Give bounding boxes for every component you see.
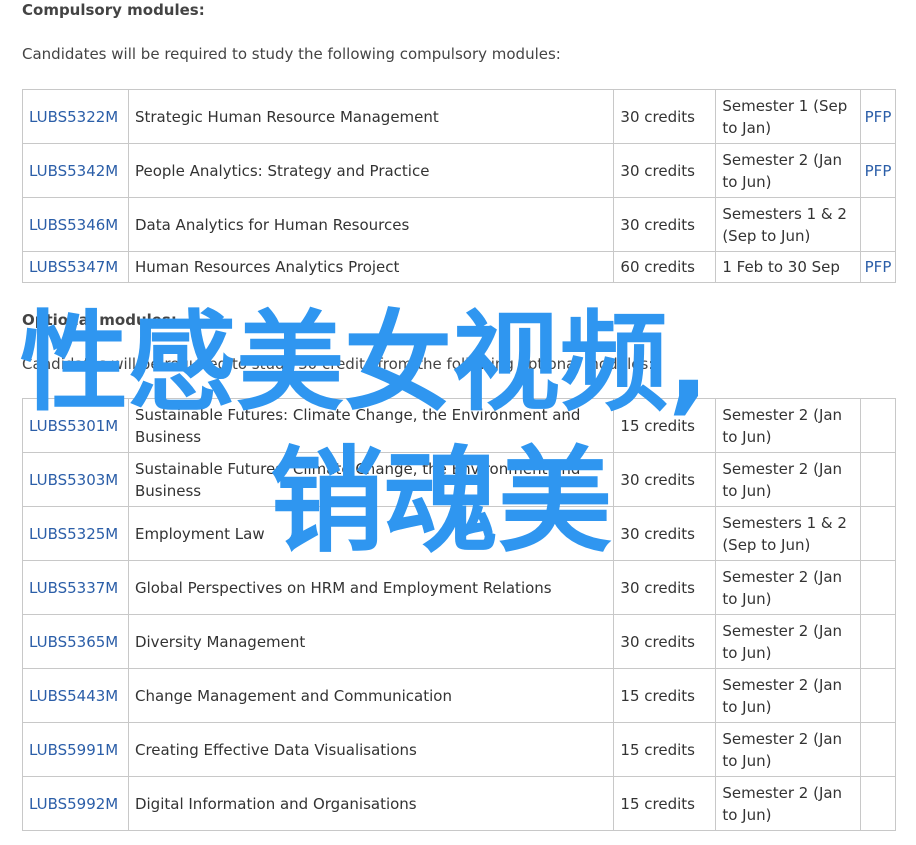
module-title: Global Perspectives on HRM and Employmen… <box>127 560 615 615</box>
module-semester: Semester 2 (Jan to Jun) <box>715 614 861 669</box>
module-credits: 15 credits <box>613 668 717 723</box>
module-code-link[interactable]: LUBS5303M <box>29 471 118 489</box>
pfp-cell-empty <box>859 452 897 507</box>
page: Compulsory modules: Candidates will be r… <box>0 0 916 845</box>
module-credits: 30 credits <box>613 506 717 561</box>
module-title: Sustainable Futures: Climate Change, the… <box>127 452 615 507</box>
module-semester: Semester 2 (Jan to Jun) <box>715 722 861 777</box>
table-row: LUBS5303M Sustainable Futures: Climate C… <box>22 452 897 507</box>
module-credits: 60 credits <box>613 251 717 283</box>
module-credits: 30 credits <box>613 614 717 669</box>
module-code-link[interactable]: LUBS5992M <box>29 795 118 813</box>
pfp-cell-empty <box>859 398 897 453</box>
module-code-link[interactable]: LUBS5991M <box>29 741 118 759</box>
module-semester: 1 Feb to 30 Sep <box>715 251 861 283</box>
module-semester: Semester 2 (Jan to Jun) <box>715 452 861 507</box>
pfp-cell-empty <box>859 506 897 561</box>
module-credits: 30 credits <box>613 197 717 252</box>
module-code-link[interactable]: LUBS5322M <box>29 108 118 126</box>
module-title: Creating Effective Data Visualisations <box>127 722 615 777</box>
module-semester: Semesters 1 & 2 (Sep to Jun) <box>715 197 861 252</box>
table-row: LUBS5991M Creating Effective Data Visual… <box>22 722 897 777</box>
pfp-link[interactable]: PFP <box>865 162 892 180</box>
module-code-link[interactable]: LUBS5347M <box>29 258 118 276</box>
table-row: LUBS5337M Global Perspectives on HRM and… <box>22 560 897 615</box>
module-semester: Semester 2 (Jan to Jun) <box>715 398 861 453</box>
module-credits: 30 credits <box>613 560 717 615</box>
module-semester: Semester 2 (Jan to Jun) <box>715 560 861 615</box>
pfp-link[interactable]: PFP <box>865 108 892 126</box>
module-title: Human Resources Analytics Project <box>127 251 615 283</box>
module-code-link[interactable]: LUBS5301M <box>29 417 118 435</box>
module-credits: 15 credits <box>613 398 717 453</box>
table-row: LUBS5992M Digital Information and Organi… <box>22 776 897 831</box>
pfp-cell-empty <box>859 197 897 252</box>
module-code-link[interactable]: LUBS5365M <box>29 633 118 651</box>
table-row: LUBS5301M Sustainable Futures: Climate C… <box>22 398 897 453</box>
module-credits: 15 credits <box>613 776 717 831</box>
module-code-link[interactable]: LUBS5443M <box>29 687 118 705</box>
module-code-link[interactable]: LUBS5325M <box>29 525 118 543</box>
compulsory-heading: Compulsory modules: <box>22 1 205 19</box>
pfp-cell-empty <box>859 560 897 615</box>
table-row: LUBS5365M Diversity Management 30 credit… <box>22 614 897 669</box>
module-semester: Semesters 1 & 2 (Sep to Jun) <box>715 506 861 561</box>
compulsory-intro: Candidates will be required to study the… <box>22 45 561 63</box>
pfp-cell-empty <box>859 722 897 777</box>
module-code-link[interactable]: LUBS5346M <box>29 216 118 234</box>
module-credits: 15 credits <box>613 722 717 777</box>
module-credits: 30 credits <box>613 143 717 198</box>
optional-intro: Candidates will be required to study 30 … <box>22 355 654 373</box>
module-title: Digital Information and Organisations <box>127 776 615 831</box>
pfp-link[interactable]: PFP <box>865 258 892 276</box>
table-row: LUBS5347M Human Resources Analytics Proj… <box>22 251 897 283</box>
module-code-link[interactable]: LUBS5342M <box>29 162 118 180</box>
module-title: People Analytics: Strategy and Practice <box>127 143 615 198</box>
table-row: LUBS5325M Employment Law 30 credits Seme… <box>22 506 897 561</box>
module-semester: Semester 2 (Jan to Jun) <box>715 776 861 831</box>
pfp-cell-empty <box>859 614 897 669</box>
pfp-cell-empty <box>859 776 897 831</box>
table-row: LUBS5342M People Analytics: Strategy and… <box>22 143 897 198</box>
module-semester: Semester 1 (Sep to Jan) <box>715 89 861 144</box>
table-row: LUBS5346M Data Analytics for Human Resou… <box>22 197 897 252</box>
module-credits: 30 credits <box>613 89 717 144</box>
module-code-link[interactable]: LUBS5337M <box>29 579 118 597</box>
module-title: Sustainable Futures: Climate Change, the… <box>127 398 615 453</box>
pfp-cell-empty <box>859 668 897 723</box>
optional-modules-table: LUBS5301M Sustainable Futures: Climate C… <box>22 398 897 831</box>
module-semester: Semester 2 (Jan to Jun) <box>715 668 861 723</box>
module-semester: Semester 2 (Jan to Jun) <box>715 143 861 198</box>
table-row: LUBS5443M Change Management and Communic… <box>22 668 897 723</box>
module-title: Data Analytics for Human Resources <box>127 197 615 252</box>
table-row: LUBS5322M Strategic Human Resource Manag… <box>22 89 897 144</box>
module-title: Employment Law <box>127 506 615 561</box>
compulsory-modules-table: LUBS5322M Strategic Human Resource Manag… <box>22 89 897 283</box>
module-credits: 30 credits <box>613 452 717 507</box>
module-title: Strategic Human Resource Management <box>127 89 615 144</box>
module-title: Diversity Management <box>127 614 615 669</box>
optional-heading: Optional modules: <box>22 311 177 329</box>
module-title: Change Management and Communication <box>127 668 615 723</box>
